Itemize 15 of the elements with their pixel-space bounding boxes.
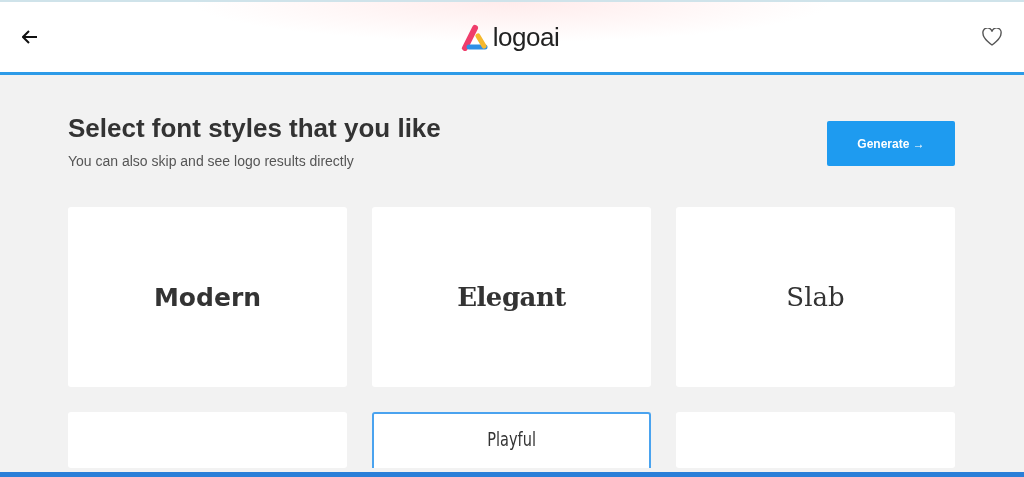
font-style-card[interactable]: Elegant <box>372 207 651 387</box>
back-button[interactable] <box>22 30 38 44</box>
font-style-label: Playful <box>487 428 536 450</box>
back-arrow-icon <box>22 30 38 44</box>
font-style-card[interactable]: Slab <box>676 207 955 387</box>
font-style-label: Elegant <box>457 282 566 312</box>
font-style-label: Slab <box>786 282 845 312</box>
font-style-card[interactable]: Modern <box>68 207 347 387</box>
brand-name: logoai <box>492 21 560 53</box>
favorite-button[interactable] <box>982 28 1002 46</box>
font-style-label: Modern <box>154 282 261 312</box>
font-style-card[interactable]: Playful <box>372 412 651 468</box>
page-subtitle: You can also skip and see logo results directly <box>68 153 355 169</box>
heart-icon <box>982 28 1002 46</box>
page-title: Select font styles that you like <box>68 113 441 144</box>
